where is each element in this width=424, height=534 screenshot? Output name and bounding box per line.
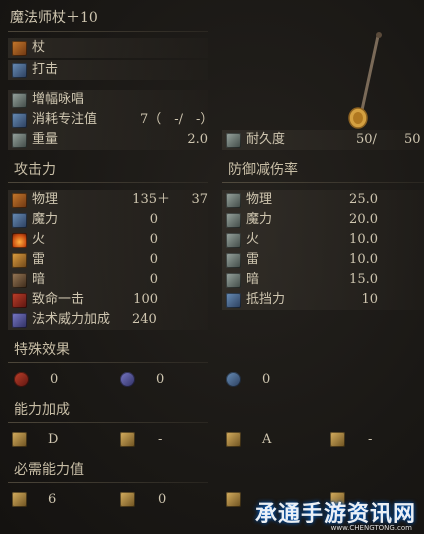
weapon-type-icon [12,41,27,56]
fire-attack-icon [12,233,27,248]
scaling-value: - [158,432,163,447]
divider [8,482,208,483]
weight-icon [12,133,27,148]
attack-value: 100 [133,292,158,307]
divider [222,182,424,183]
dexterity-req-icon [120,492,135,507]
scaling-value: - [368,432,373,447]
effect-value: 0 [156,372,165,387]
fp-icon [12,113,27,128]
attack-value: 240 [132,312,157,327]
defense-label: 抵挡力 [246,292,286,307]
defense-label: 雷 [246,252,260,267]
critical-icon [12,293,27,308]
durability-value: 50/ [356,132,377,147]
attack-value: 0 [149,272,158,287]
attack-label: 火 [32,232,46,247]
watermark-url: www.CHENGTONG.com [330,524,412,532]
attack-label: 物理 [32,192,59,207]
attack-type: 打击 [32,62,59,77]
bleed-effect-icon [14,372,29,387]
attack-bonus: 37 [191,192,208,207]
requirements-header: 必需能力值 [14,462,84,478]
divider [8,31,208,32]
magic-attack-icon [12,213,27,228]
defense-header: 防御减伤率 [228,162,298,178]
defense-value: 10.0 [349,232,378,247]
spell-buff-icon [12,313,27,328]
defense-label: 火 [246,232,260,247]
strength-icon [12,432,27,447]
strength-req-icon [12,492,27,507]
defense-value: 15.0 [349,272,378,287]
defense-value: 10.0 [349,252,378,267]
attack-label: 法术威力加成 [32,312,111,327]
physical-attack-icon [12,193,27,208]
item-name: 魔法师杖＋10 [10,10,98,26]
attack-label: 致命一击 [32,292,85,307]
divider [8,362,208,363]
attack-value: 135＋ [132,192,170,207]
dark-defense-icon [226,273,241,288]
scaling-value: D [48,432,59,447]
attack-value: 0 [149,232,158,247]
skill-name: 增幅咏唱 [32,92,85,107]
skill-icon [12,93,27,108]
defense-label: 魔力 [246,212,273,227]
fp-cost-label: 消耗专注值 [32,112,98,127]
divider [8,182,208,183]
effect-value: 0 [262,372,271,387]
scaling-value: A [262,432,272,447]
defense-value: 25.0 [349,192,378,207]
magic-defense-icon [226,213,241,228]
attack-type-icon [12,63,27,78]
lightning-attack-icon [12,253,27,268]
requirement-value: 0 [158,492,167,507]
dark-attack-icon [12,273,27,288]
staff-image [348,32,382,129]
weight-label: 重量 [32,132,59,147]
durability-max: 50 [404,132,421,147]
faith-icon [330,432,345,447]
divider [8,422,208,423]
durability-label: 耐久度 [246,132,286,147]
guard-boost-icon [226,293,241,308]
defense-label: 物理 [246,192,273,207]
scaling-header: 能力加成 [14,402,70,418]
defense-value: 20.0 [349,212,378,227]
defense-label: 暗 [246,272,260,287]
weight-value: 2.0 [187,132,208,147]
frost-effect-icon [226,372,241,387]
effects-header: 特殊效果 [14,342,70,358]
fire-defense-icon [226,233,241,248]
poison-effect-icon [120,372,135,387]
effect-value: 0 [50,372,59,387]
weapon-type: 杖 [32,40,46,55]
attack-label: 暗 [32,272,46,287]
attack-value: 0 [149,212,158,227]
attack-value: 0 [149,252,158,267]
defense-value: 10 [361,292,378,307]
lightning-defense-icon [226,253,241,268]
attack-label: 魔力 [32,212,59,227]
durability-icon [226,133,241,148]
intelligence-icon [226,432,241,447]
attack-header: 攻击力 [14,162,56,178]
physical-defense-icon [226,193,241,208]
attack-label: 雷 [32,252,46,267]
dexterity-icon [120,432,135,447]
intelligence-req-icon [226,492,241,507]
fp-cost-value: 7（ -/ -） [140,112,214,127]
requirement-value: 6 [48,492,57,507]
